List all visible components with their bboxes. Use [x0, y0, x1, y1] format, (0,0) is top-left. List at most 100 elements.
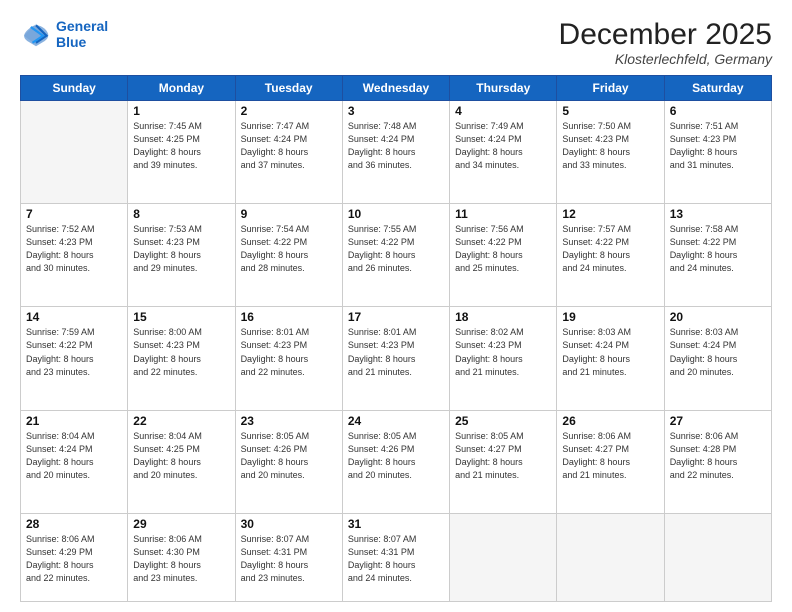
- day-number: 10: [348, 207, 444, 221]
- day-info: Sunrise: 7:55 AM Sunset: 4:22 PM Dayligh…: [348, 223, 444, 275]
- day-cell: 30 Sunrise: 8:07 AM Sunset: 4:31 PM Dayli…: [235, 513, 342, 601]
- day-number: 25: [455, 414, 551, 428]
- day-info: Sunrise: 7:51 AM Sunset: 4:23 PM Dayligh…: [670, 120, 766, 172]
- day-number: 18: [455, 310, 551, 324]
- col-friday: Friday: [557, 76, 664, 101]
- day-info: Sunrise: 8:07 AM Sunset: 4:31 PM Dayligh…: [241, 533, 337, 585]
- day-number: 28: [26, 517, 122, 531]
- day-number: 14: [26, 310, 122, 324]
- day-info: Sunrise: 8:01 AM Sunset: 4:23 PM Dayligh…: [348, 326, 444, 378]
- day-info: Sunrise: 7:54 AM Sunset: 4:22 PM Dayligh…: [241, 223, 337, 275]
- day-number: 4: [455, 104, 551, 118]
- day-cell: 2 Sunrise: 7:47 AM Sunset: 4:24 PM Daylig…: [235, 101, 342, 204]
- day-info: Sunrise: 8:06 AM Sunset: 4:29 PM Dayligh…: [26, 533, 122, 585]
- day-cell: 14 Sunrise: 7:59 AM Sunset: 4:22 PM Dayli…: [21, 307, 128, 410]
- day-number: 6: [670, 104, 766, 118]
- day-info: Sunrise: 8:04 AM Sunset: 4:24 PM Dayligh…: [26, 430, 122, 482]
- day-number: 29: [133, 517, 229, 531]
- day-info: Sunrise: 7:45 AM Sunset: 4:25 PM Dayligh…: [133, 120, 229, 172]
- logo-icon: [20, 20, 52, 48]
- day-info: Sunrise: 7:50 AM Sunset: 4:23 PM Dayligh…: [562, 120, 658, 172]
- col-sunday: Sunday: [21, 76, 128, 101]
- day-number: 1: [133, 104, 229, 118]
- day-cell: [21, 101, 128, 204]
- day-info: Sunrise: 7:57 AM Sunset: 4:22 PM Dayligh…: [562, 223, 658, 275]
- day-info: Sunrise: 8:01 AM Sunset: 4:23 PM Dayligh…: [241, 326, 337, 378]
- day-number: 22: [133, 414, 229, 428]
- day-cell: 3 Sunrise: 7:48 AM Sunset: 4:24 PM Daylig…: [342, 101, 449, 204]
- day-cell: 1 Sunrise: 7:45 AM Sunset: 4:25 PM Daylig…: [128, 101, 235, 204]
- day-number: 3: [348, 104, 444, 118]
- week-row-3: 14 Sunrise: 7:59 AM Sunset: 4:22 PM Dayli…: [21, 307, 772, 410]
- day-info: Sunrise: 7:49 AM Sunset: 4:24 PM Dayligh…: [455, 120, 551, 172]
- header: General Blue December 2025 Klosterlechfe…: [20, 18, 772, 67]
- day-number: 7: [26, 207, 122, 221]
- week-row-2: 7 Sunrise: 7:52 AM Sunset: 4:23 PM Daylig…: [21, 204, 772, 307]
- day-info: Sunrise: 8:02 AM Sunset: 4:23 PM Dayligh…: [455, 326, 551, 378]
- page: General Blue December 2025 Klosterlechfe…: [0, 0, 792, 612]
- day-cell: 26Sunrise: 8:06 AM Sunset: 4:27 PM Dayli…: [557, 410, 664, 513]
- day-cell: 27 Sunrise: 8:06 AM Sunset: 4:28 PM Dayli…: [664, 410, 771, 513]
- day-cell: [450, 513, 557, 601]
- day-number: 2: [241, 104, 337, 118]
- day-cell: 19 Sunrise: 8:03 AM Sunset: 4:24 PM Dayli…: [557, 307, 664, 410]
- day-number: 30: [241, 517, 337, 531]
- day-number: 5: [562, 104, 658, 118]
- day-number: 20: [670, 310, 766, 324]
- day-cell: 28 Sunrise: 8:06 AM Sunset: 4:29 PM Dayli…: [21, 513, 128, 601]
- day-number: 23: [241, 414, 337, 428]
- day-cell: 9 Sunrise: 7:54 AM Sunset: 4:22 PM Daylig…: [235, 204, 342, 307]
- day-number: 13: [670, 207, 766, 221]
- day-cell: 10 Sunrise: 7:55 AM Sunset: 4:22 PM Dayli…: [342, 204, 449, 307]
- week-row-4: 21 Sunrise: 8:04 AM Sunset: 4:24 PM Dayli…: [21, 410, 772, 513]
- day-cell: 25 Sunrise: 8:05 AM Sunset: 4:27 PM Dayli…: [450, 410, 557, 513]
- day-cell: 31Sunrise: 8:07 AM Sunset: 4:31 PM Dayli…: [342, 513, 449, 601]
- day-cell: 20 Sunrise: 8:03 AM Sunset: 4:24 PM Dayli…: [664, 307, 771, 410]
- day-info: Sunrise: 7:56 AM Sunset: 4:22 PM Dayligh…: [455, 223, 551, 275]
- day-number: 12: [562, 207, 658, 221]
- day-cell: 5 Sunrise: 7:50 AM Sunset: 4:23 PM Daylig…: [557, 101, 664, 204]
- week-row-1: 1 Sunrise: 7:45 AM Sunset: 4:25 PM Daylig…: [21, 101, 772, 204]
- day-cell: 23 Sunrise: 8:05 AM Sunset: 4:26 PM Dayli…: [235, 410, 342, 513]
- col-monday: Monday: [128, 76, 235, 101]
- day-cell: 6 Sunrise: 7:51 AM Sunset: 4:23 PM Daylig…: [664, 101, 771, 204]
- day-info: Sunrise: 7:52 AM Sunset: 4:23 PM Dayligh…: [26, 223, 122, 275]
- day-number: 15: [133, 310, 229, 324]
- day-info: Sunrise: 8:06 AM Sunset: 4:28 PM Dayligh…: [670, 430, 766, 482]
- day-info: Sunrise: 8:05 AM Sunset: 4:26 PM Dayligh…: [348, 430, 444, 482]
- logo: General Blue: [20, 18, 108, 50]
- day-cell: 17Sunrise: 8:01 AM Sunset: 4:23 PM Dayli…: [342, 307, 449, 410]
- day-cell: [664, 513, 771, 601]
- day-info: Sunrise: 8:04 AM Sunset: 4:25 PM Dayligh…: [133, 430, 229, 482]
- day-info: Sunrise: 8:05 AM Sunset: 4:26 PM Dayligh…: [241, 430, 337, 482]
- month-title: December 2025: [559, 18, 772, 51]
- day-cell: 15 Sunrise: 8:00 AM Sunset: 4:23 PM Dayli…: [128, 307, 235, 410]
- day-info: Sunrise: 8:00 AM Sunset: 4:23 PM Dayligh…: [133, 326, 229, 378]
- day-cell: 11 Sunrise: 7:56 AM Sunset: 4:22 PM Dayli…: [450, 204, 557, 307]
- day-number: 26: [562, 414, 658, 428]
- day-number: 27: [670, 414, 766, 428]
- day-number: 9: [241, 207, 337, 221]
- day-info: Sunrise: 8:03 AM Sunset: 4:24 PM Dayligh…: [562, 326, 658, 378]
- day-info: Sunrise: 7:47 AM Sunset: 4:24 PM Dayligh…: [241, 120, 337, 172]
- logo-text: General Blue: [56, 18, 108, 50]
- day-cell: [557, 513, 664, 601]
- col-thursday: Thursday: [450, 76, 557, 101]
- col-wednesday: Wednesday: [342, 76, 449, 101]
- day-info: Sunrise: 7:48 AM Sunset: 4:24 PM Dayligh…: [348, 120, 444, 172]
- day-number: 21: [26, 414, 122, 428]
- header-row: Sunday Monday Tuesday Wednesday Thursday…: [21, 76, 772, 101]
- col-saturday: Saturday: [664, 76, 771, 101]
- location: Klosterlechfeld, Germany: [559, 51, 772, 67]
- day-info: Sunrise: 7:59 AM Sunset: 4:22 PM Dayligh…: [26, 326, 122, 378]
- day-number: 11: [455, 207, 551, 221]
- day-cell: 21 Sunrise: 8:04 AM Sunset: 4:24 PM Dayli…: [21, 410, 128, 513]
- day-info: Sunrise: 8:03 AM Sunset: 4:24 PM Dayligh…: [670, 326, 766, 378]
- day-cell: 12 Sunrise: 7:57 AM Sunset: 4:22 PM Dayli…: [557, 204, 664, 307]
- day-info: Sunrise: 7:53 AM Sunset: 4:23 PM Dayligh…: [133, 223, 229, 275]
- day-number: 31: [348, 517, 444, 531]
- col-tuesday: Tuesday: [235, 76, 342, 101]
- day-info: Sunrise: 8:05 AM Sunset: 4:27 PM Dayligh…: [455, 430, 551, 482]
- day-cell: 24Sunrise: 8:05 AM Sunset: 4:26 PM Dayli…: [342, 410, 449, 513]
- day-number: 19: [562, 310, 658, 324]
